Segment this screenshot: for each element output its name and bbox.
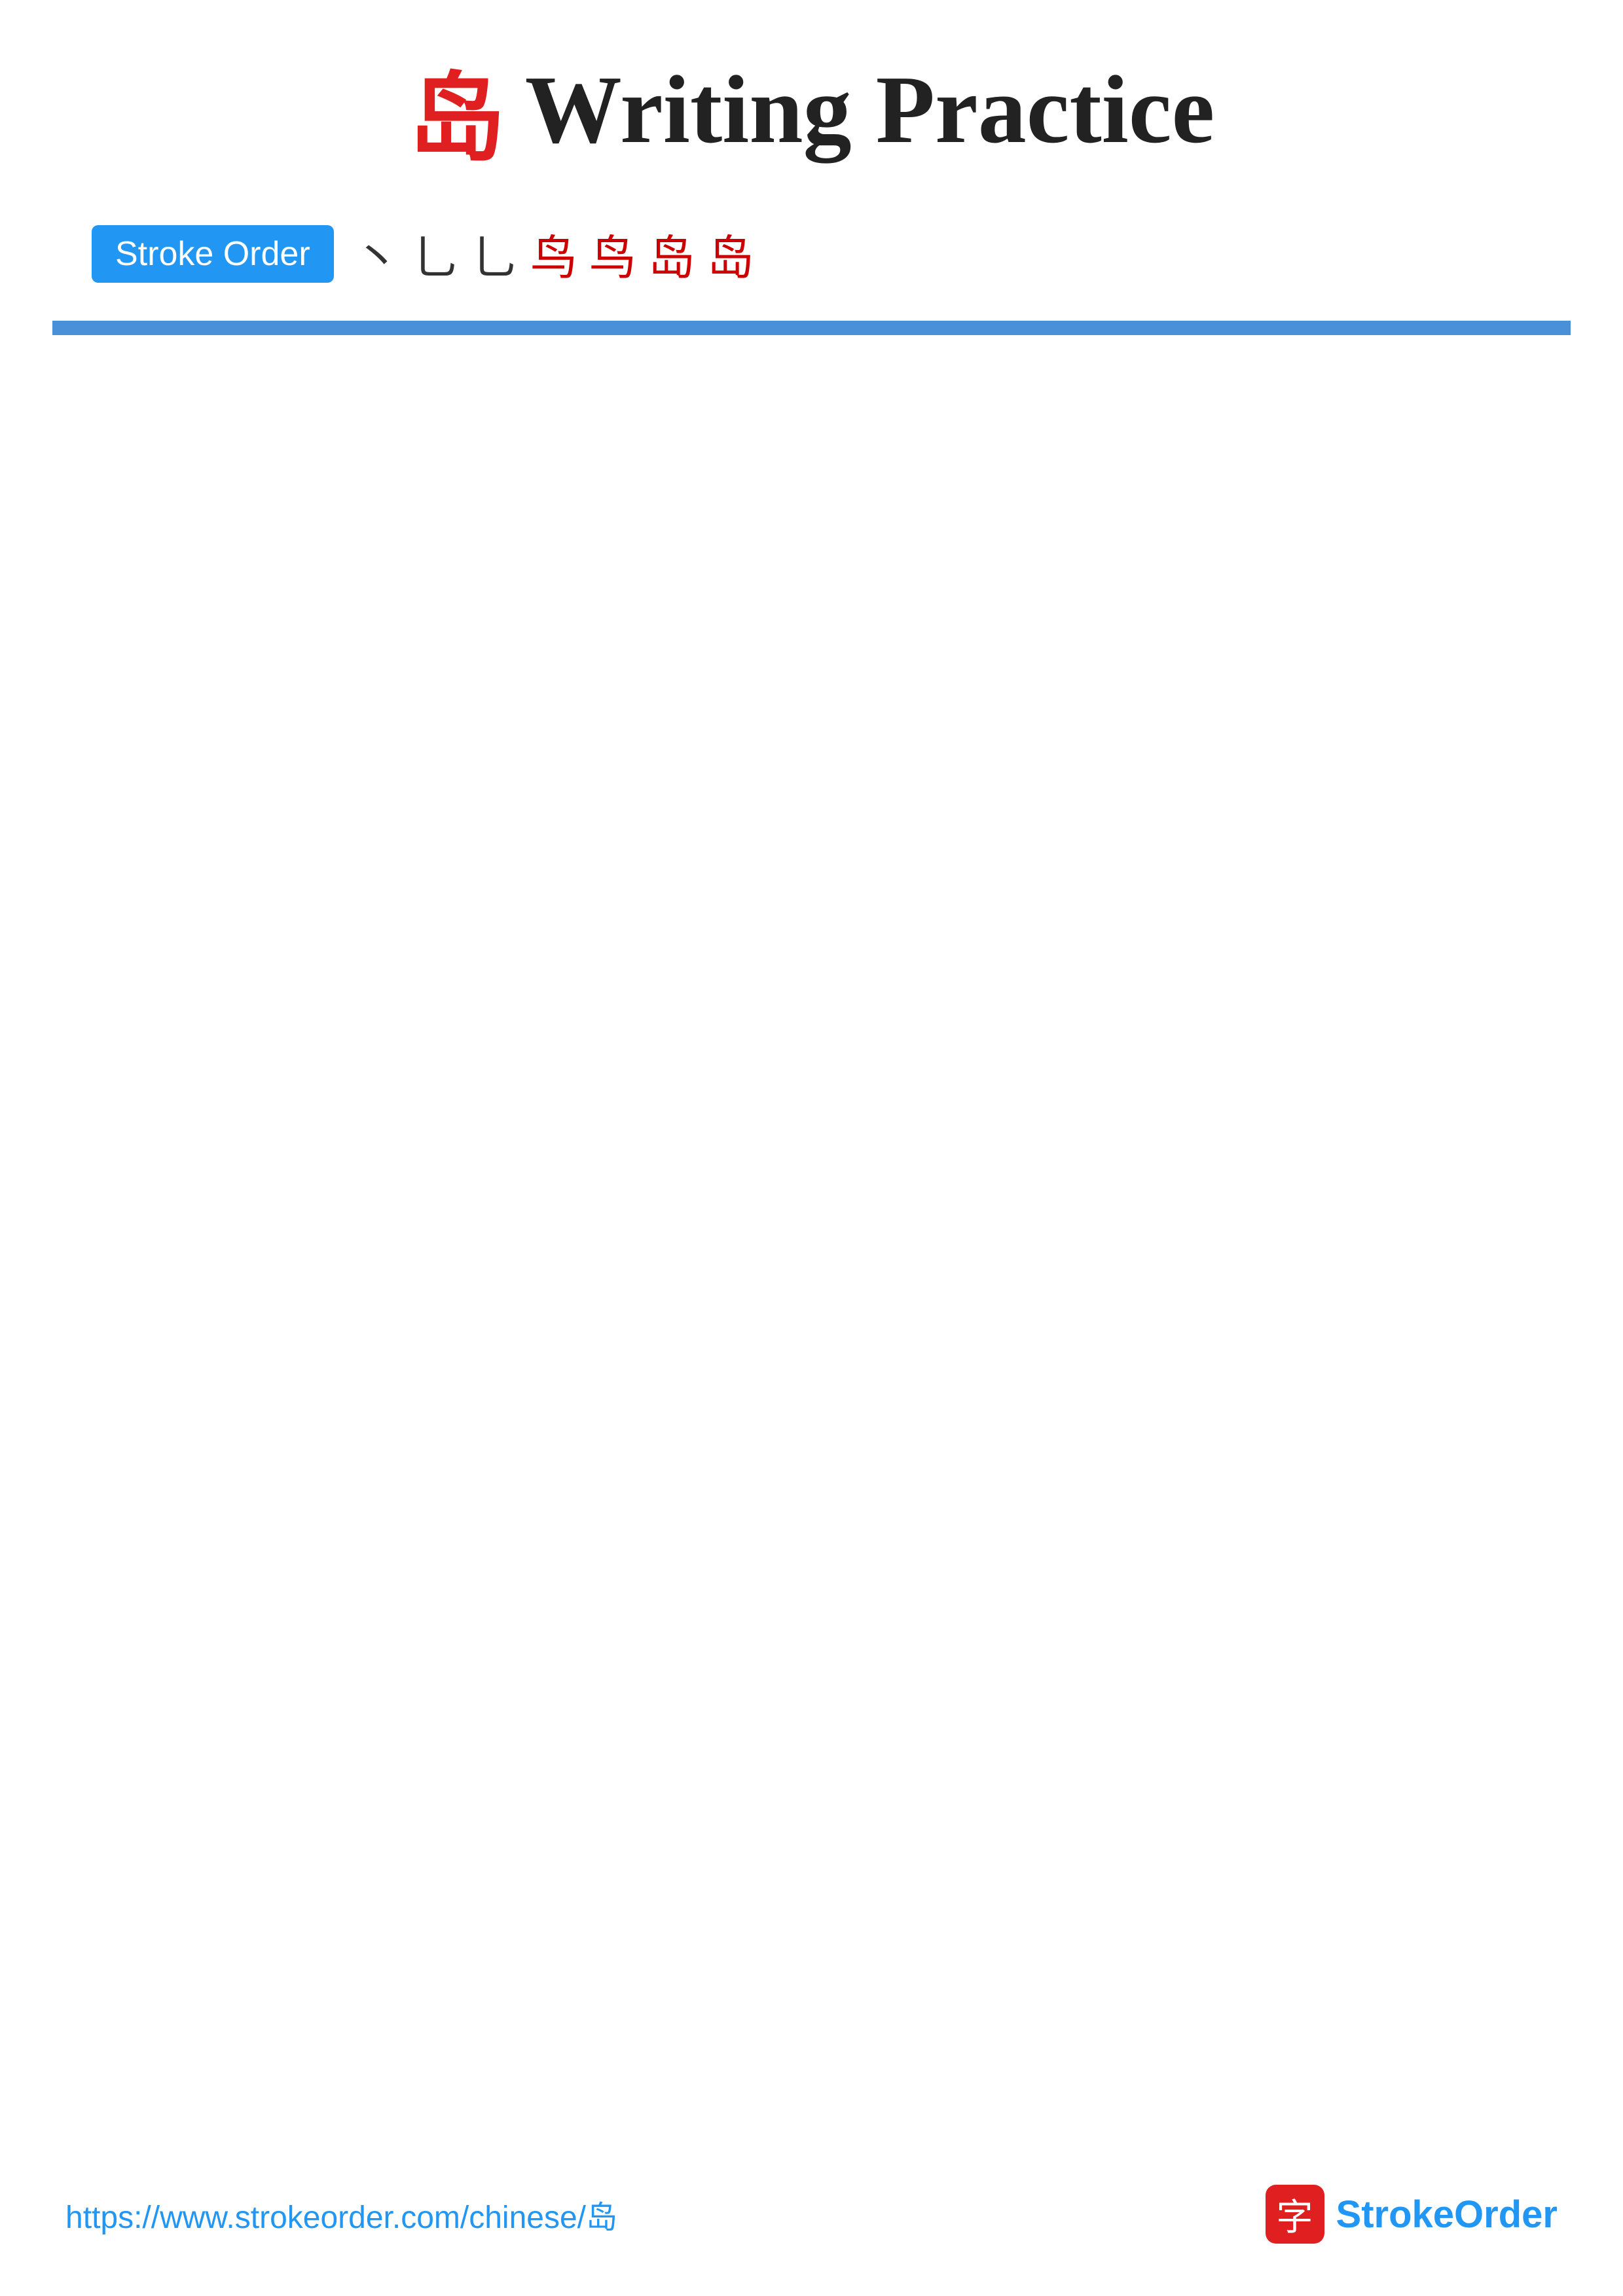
stroke-steps: 丶 ⺃ ⺃ 鸟 鸟 岛 岛 xyxy=(354,219,754,288)
page-title: 岛 Writing Practice xyxy=(409,39,1214,180)
footer-logo-text: StrokeOrder xyxy=(1336,2193,1558,2236)
stroke-step-6: 岛 xyxy=(648,219,695,288)
writing-grid: 岛 岛 岛 岛 岛 岛 岛 岛 岛 岛 岛 岛 岛 岛 岛 岛 xyxy=(52,321,1571,335)
title-label: Writing Practice xyxy=(525,54,1214,166)
footer-logo-icon: 字 xyxy=(1266,2185,1324,2244)
stroke-step-3: ⺃ xyxy=(471,219,519,288)
title-char: 岛 xyxy=(409,39,505,180)
stroke-step-7: 岛 xyxy=(707,219,754,288)
footer-logo-stroke: Stroke xyxy=(1336,2193,1455,2236)
grid-cell[interactable] xyxy=(1191,333,1381,334)
footer: https://www.strokeorder.com/chinese/岛 字 … xyxy=(0,2185,1623,2244)
stroke-step-1: 丶 xyxy=(354,219,401,288)
grid-cell[interactable] xyxy=(1380,333,1570,334)
footer-logo-char: 字 xyxy=(1277,2188,1313,2241)
page: 岛 Writing Practice Stroke Order 丶 ⺃ ⺃ 鸟 … xyxy=(0,0,1623,2296)
grid-cell[interactable] xyxy=(622,333,812,334)
footer-logo: 字 StrokeOrder xyxy=(1266,2185,1558,2244)
footer-url[interactable]: https://www.strokeorder.com/chinese/岛 xyxy=(65,2191,617,2237)
grid-cell[interactable] xyxy=(812,333,1002,334)
grid-cell[interactable] xyxy=(243,333,433,334)
stroke-order-badge: Stroke Order xyxy=(92,225,334,283)
grid-cell[interactable] xyxy=(432,333,622,334)
stroke-step-5: 鸟 xyxy=(589,219,636,288)
stroke-step-2: ⺃ xyxy=(412,219,460,288)
footer-logo-order: Order xyxy=(1454,2193,1558,2236)
stroke-step-4: 鸟 xyxy=(530,219,577,288)
grid-row xyxy=(53,333,1570,334)
stroke-order-row: Stroke Order 丶 ⺃ ⺃ 鸟 鸟 岛 岛 xyxy=(92,219,754,288)
grid-cell[interactable] xyxy=(53,333,243,334)
grid-cell[interactable] xyxy=(1001,333,1191,334)
